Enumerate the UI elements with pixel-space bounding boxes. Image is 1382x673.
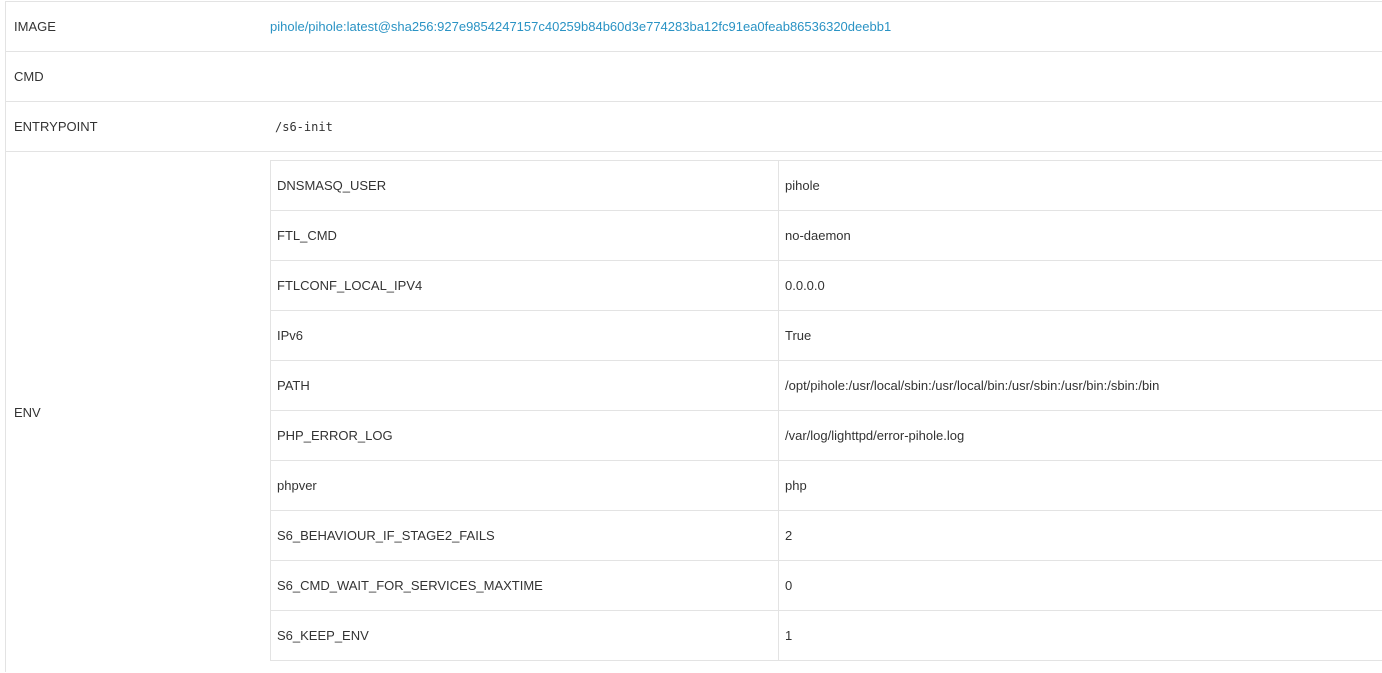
env-var-row: S6_KEEP_ENV 1 xyxy=(270,610,1382,661)
env-var-value: True xyxy=(778,310,1382,361)
image-row: IMAGE pihole/pihole:latest@sha256:927e98… xyxy=(6,2,1382,52)
env-var-key: S6_KEEP_ENV xyxy=(270,610,779,661)
env-var-value: php xyxy=(778,460,1382,511)
env-var-row: FTL_CMD no-daemon xyxy=(270,210,1382,261)
env-var-value: /opt/pihole:/usr/local/sbin:/usr/local/b… xyxy=(778,360,1382,411)
entrypoint-label: ENTRYPOINT xyxy=(14,119,98,134)
cmd-row: CMD xyxy=(6,52,1382,102)
env-row: ENV DNSMASQ_USER pihole FTL_CMD no-daemon FT… xyxy=(6,152,1382,672)
env-var-value: pihole xyxy=(778,160,1382,211)
env-table: DNSMASQ_USER pihole FTL_CMD no-daemon FTLCON… xyxy=(270,160,1382,661)
env-var-value: 0 xyxy=(778,560,1382,611)
image-link[interactable]: pihole/pihole:latest@sha256:927e98542471… xyxy=(270,19,891,34)
env-var-key: S6_CMD_WAIT_FOR_SERVICES_MAXTIME xyxy=(270,560,779,611)
env-var-row: PHP_ERROR_LOG/var/log/lighttpd/error-pih… xyxy=(270,410,1382,461)
env-var-row: FTLCONF_LOCAL_IPV4 0.0.0.0 xyxy=(270,260,1382,311)
entrypoint-value: /s6-init xyxy=(275,119,333,134)
env-var-key: FTL_CMD xyxy=(270,210,779,261)
env-var-value: 2 xyxy=(778,510,1382,561)
env-var-key: S6_BEHAVIOUR_IF_STAGE2_FAILS xyxy=(270,510,779,561)
cmd-value xyxy=(262,52,1382,101)
env-var-key: phpver xyxy=(270,460,779,511)
env-var-key: PATH xyxy=(270,360,779,411)
env-var-value: 0.0.0.0 xyxy=(778,260,1382,311)
env-var-row: S6_BEHAVIOUR_IF_STAGE2_FAILS 2 xyxy=(270,510,1382,561)
env-var-row: phpver php xyxy=(270,460,1382,511)
env-var-key: DNSMASQ_USER xyxy=(270,160,779,211)
env-var-row: DNSMASQ_USER pihole xyxy=(270,160,1382,211)
cmd-label: CMD xyxy=(14,69,44,84)
entrypoint-row: ENTRYPOINT /s6-init xyxy=(6,102,1382,152)
image-label: IMAGE xyxy=(14,19,56,34)
env-var-value: 1 xyxy=(778,610,1382,661)
env-var-value: no-daemon xyxy=(778,210,1382,261)
env-var-row: S6_CMD_WAIT_FOR_SERVICES_MAXTIME 0 xyxy=(270,560,1382,611)
env-var-row: IPv6 True xyxy=(270,310,1382,361)
details-table: IMAGE pihole/pihole:latest@sha256:927e98… xyxy=(5,1,1382,672)
env-var-key: IPv6 xyxy=(270,310,779,361)
env-label: ENV xyxy=(14,404,41,420)
env-var-key: FTLCONF_LOCAL_IPV4 xyxy=(270,260,779,311)
container-details-panel: IMAGE pihole/pihole:latest@sha256:927e98… xyxy=(0,0,1382,673)
env-var-value: /var/log/lighttpd/error-pihole.log xyxy=(778,410,1382,461)
env-var-key: PHP_ERROR_LOG xyxy=(270,410,779,461)
env-var-row: PATH/opt/pihole:/usr/local/sbin:/usr/loc… xyxy=(270,360,1382,411)
